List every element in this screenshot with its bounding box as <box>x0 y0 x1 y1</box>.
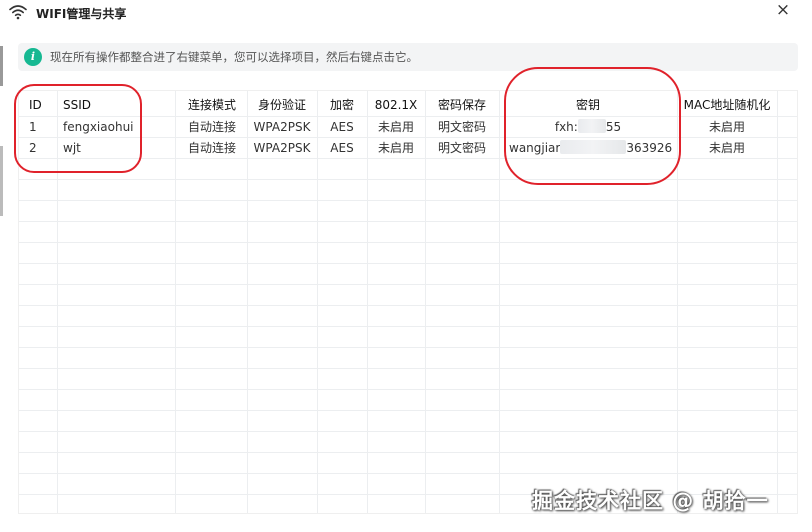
row-1-password-save[interactable]: 明文密码 <box>425 117 499 137</box>
grid-row-line <box>19 452 797 453</box>
row-1-mode[interactable]: 自动连接 <box>177 117 247 137</box>
grid-row-line <box>19 200 797 201</box>
grid-row-line <box>19 221 797 222</box>
close-button[interactable]: × <box>768 0 798 22</box>
grid-column-line <box>175 91 176 513</box>
row-2-mode[interactable]: 自动连接 <box>177 138 247 158</box>
grid-row-line <box>19 284 797 285</box>
info-text: 现在所有操作都整合进了右键菜单，您可以选择项目，然后右键点击它。 <box>50 50 418 64</box>
column-header-8021x[interactable]: 802.1X <box>367 95 425 115</box>
grid-row-line <box>19 263 797 264</box>
column-header-password-save[interactable]: 密码保存 <box>425 95 499 115</box>
grid-column-line <box>777 91 778 513</box>
row-2-auth[interactable]: WPA2PSK <box>247 138 317 158</box>
grid-row-line <box>19 368 797 369</box>
grid-row-line <box>19 347 797 348</box>
row-1-mac-random[interactable]: 未启用 <box>677 117 777 137</box>
column-header-mac-random[interactable]: MAC地址随机化 <box>677 95 777 115</box>
info-banner: i 现在所有操作都整合进了右键菜单，您可以选择项目，然后右键点击它。 <box>18 43 798 71</box>
column-header-mode[interactable]: 连接模式 <box>177 95 247 115</box>
annotation-circle-key <box>504 67 681 185</box>
grid-row-line <box>19 242 797 243</box>
watermark: 掘金技术社区 @ 胡拾一 <box>532 489 769 513</box>
grid-column-line <box>499 91 500 513</box>
grid-row-line <box>19 431 797 432</box>
grid-row-line <box>19 326 797 327</box>
grid-row-line <box>19 305 797 306</box>
window-edge <box>0 146 3 216</box>
annotation-circle-id-ssid <box>14 84 142 173</box>
row-2-password-save[interactable]: 明文密码 <box>425 138 499 158</box>
row-2-encryption[interactable]: AES <box>317 138 367 158</box>
grid-row-line <box>19 410 797 411</box>
column-header-encryption[interactable]: 加密 <box>317 95 367 115</box>
row-1-encryption[interactable]: AES <box>317 117 367 137</box>
window-title: WIFI管理与共享 <box>36 7 127 21</box>
wifi-icon <box>9 5 27 20</box>
row-2-mac-random[interactable]: 未启用 <box>677 138 777 158</box>
title-bar: WIFI管理与共享 × <box>0 0 812 26</box>
info-icon: i <box>24 48 42 66</box>
row-2-8021x[interactable]: 未启用 <box>367 138 425 158</box>
column-header-auth[interactable]: 身份验证 <box>247 95 317 115</box>
grid-row-line <box>19 179 797 180</box>
close-icon: × <box>775 0 791 20</box>
grid-row-line <box>19 473 797 474</box>
row-1-auth[interactable]: WPA2PSK <box>247 117 317 137</box>
grid-row-line <box>19 389 797 390</box>
window-edge <box>0 46 3 86</box>
row-1-8021x[interactable]: 未启用 <box>367 117 425 137</box>
